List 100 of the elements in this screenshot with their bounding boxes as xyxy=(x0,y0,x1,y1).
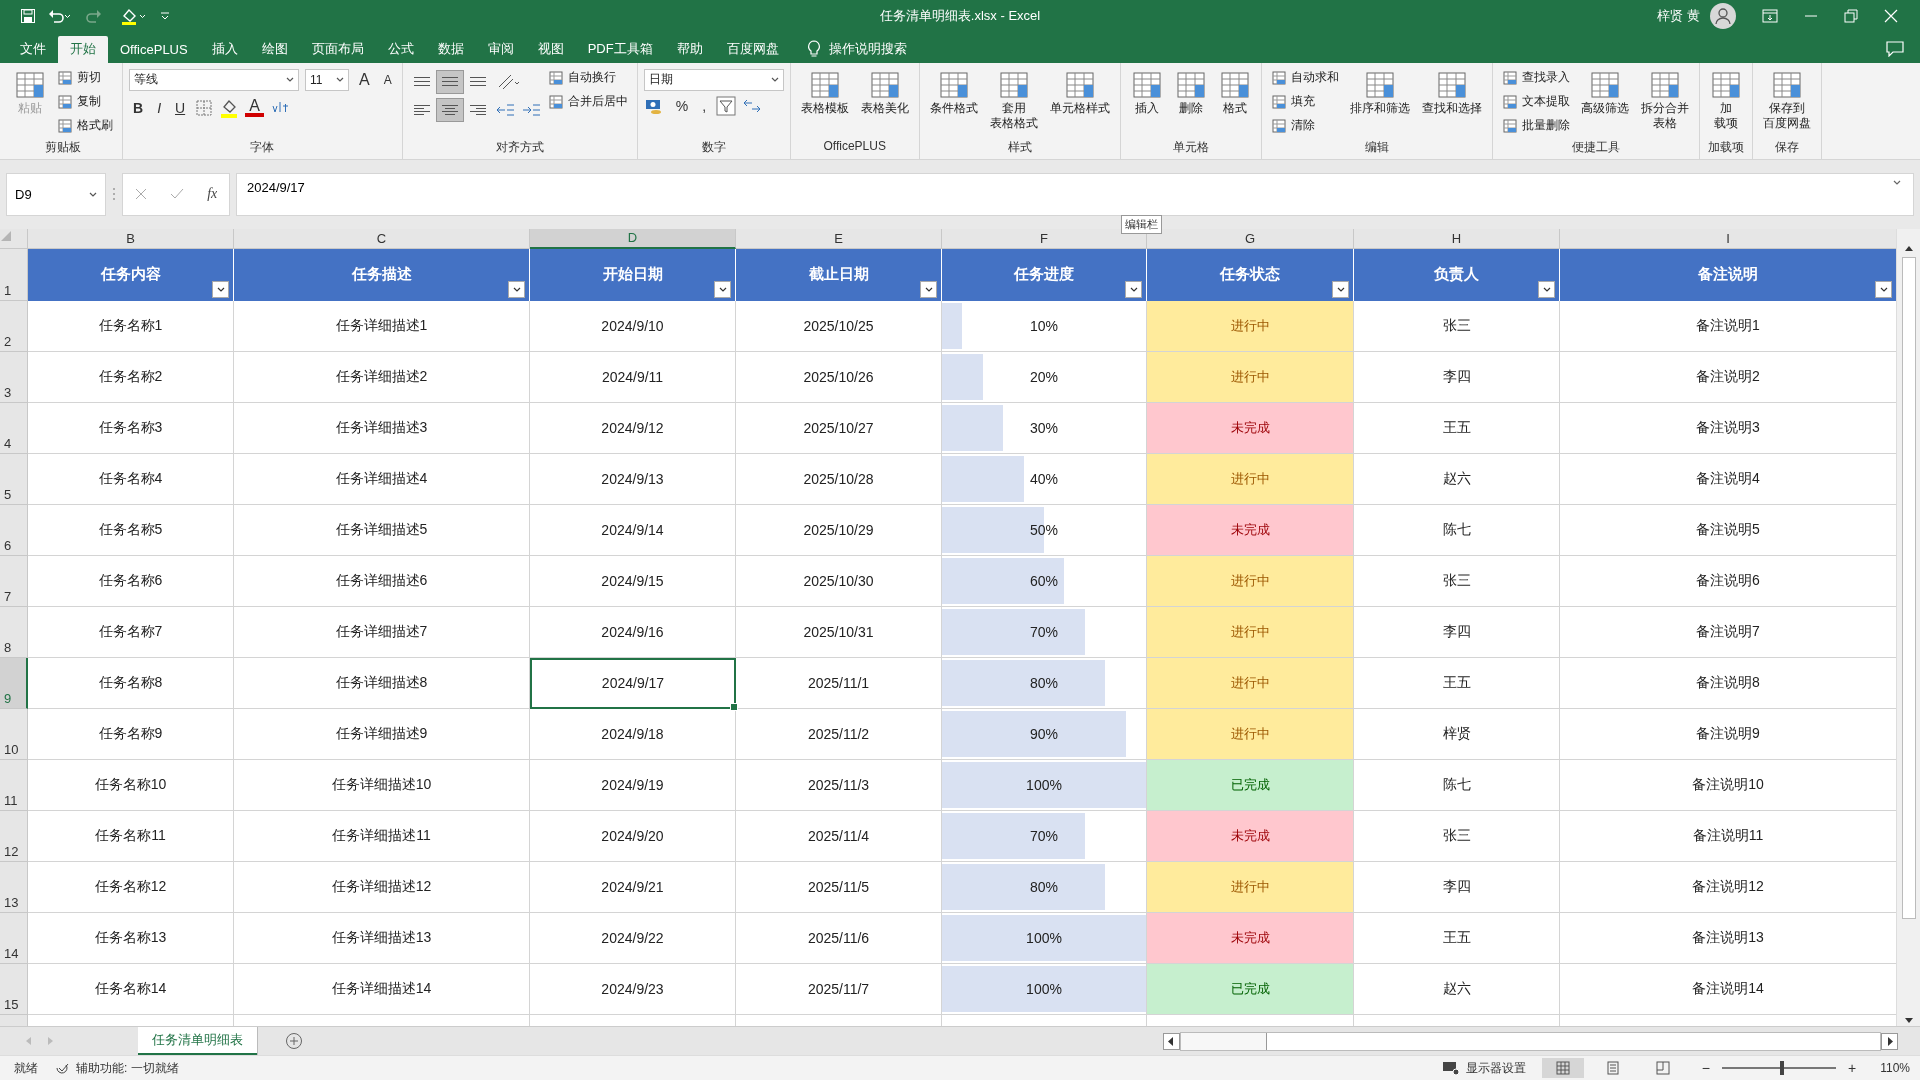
column-header[interactable]: C xyxy=(234,228,530,249)
row-header[interactable]: 5 xyxy=(0,453,28,505)
lightbulb-icon[interactable] xyxy=(806,40,821,59)
row-header[interactable]: 11 xyxy=(0,759,28,811)
row-header[interactable]: 13 xyxy=(0,861,28,913)
formula-field[interactable]: 2024/9/17 xyxy=(236,172,1914,216)
display-settings-button[interactable]: 显示器设置 xyxy=(1465,1059,1526,1077)
borders-icon[interactable] xyxy=(195,98,214,117)
ribbon-tab[interactable]: PDF工具箱 xyxy=(575,35,665,63)
display-icon[interactable] xyxy=(1441,1060,1460,1076)
filter-button[interactable] xyxy=(1332,280,1349,298)
align-button[interactable] xyxy=(436,98,463,121)
paint-bucket-icon[interactable] xyxy=(120,7,148,26)
ribbon-button[interactable]: 批量删除 xyxy=(1498,114,1573,137)
column-header[interactable]: E xyxy=(736,228,942,249)
ribbon-tab[interactable]: OfficePLUS xyxy=(108,35,200,63)
zoom-level[interactable]: 110% xyxy=(1880,1061,1910,1075)
ribbon-button[interactable]: 条件格式 xyxy=(925,66,982,118)
row-header[interactable]: 15 xyxy=(0,963,28,1015)
accessibility-status[interactable]: 辅助功能: 一切就绪 xyxy=(76,1059,179,1077)
ribbon-tab[interactable]: 插入 xyxy=(199,35,250,63)
ribbon-button[interactable]: 删除 xyxy=(1170,66,1211,118)
ribbon-button[interactable]: 复制 xyxy=(54,90,116,113)
filter-button[interactable] xyxy=(1875,280,1892,298)
filter-icon[interactable] xyxy=(716,95,737,116)
fill-handle[interactable] xyxy=(730,702,738,711)
zoom-thumb[interactable] xyxy=(1780,1061,1785,1075)
column-header[interactable]: I xyxy=(1560,228,1896,249)
name-box[interactable]: D9 xyxy=(6,172,106,216)
ribbon-tab[interactable]: 百度网盘 xyxy=(714,35,791,63)
scroll-left-icon[interactable] xyxy=(1163,1032,1180,1050)
ribbon-button[interactable]: 清除 xyxy=(1267,114,1342,137)
shrink-font-button[interactable]: A xyxy=(379,72,396,87)
ribbon-button[interactable]: 格式刷 xyxy=(54,114,116,137)
underline-button[interactable]: U xyxy=(171,99,190,116)
grow-font-button[interactable]: A xyxy=(355,70,374,89)
ribbon-button[interactable]: 格式 xyxy=(1214,66,1255,118)
row-header[interactable]: 10 xyxy=(0,708,28,760)
row-header[interactable]: 9 xyxy=(0,657,28,709)
row-header[interactable]: 6 xyxy=(0,504,28,556)
ribbon-tab[interactable]: 公式 xyxy=(375,35,426,63)
row-header[interactable]: 7 xyxy=(0,555,28,607)
filter-button[interactable] xyxy=(508,280,525,298)
filter-button[interactable] xyxy=(920,280,937,298)
view-button[interactable] xyxy=(1541,1058,1584,1078)
column-header[interactable]: H xyxy=(1354,228,1560,249)
ribbon-tab[interactable]: 页面布局 xyxy=(299,35,376,63)
row-header[interactable]: 14 xyxy=(0,912,28,964)
ribbon-button[interactable]: 剪切 xyxy=(54,66,116,89)
ribbon-tab[interactable]: 帮助 xyxy=(664,35,715,63)
sheet-tab[interactable]: 任务清单明细表 xyxy=(138,1027,257,1055)
font-color-button[interactable]: A xyxy=(245,98,264,117)
horizontal-scrollbar[interactable] xyxy=(1180,1031,1881,1051)
ribbon-button[interactable]: 自动求和 xyxy=(1267,66,1342,89)
ribbon-tab[interactable]: 审阅 xyxy=(475,35,526,63)
zoom-in-button[interactable]: + xyxy=(1846,1060,1859,1076)
ribbon-button[interactable]: 自动换行 xyxy=(544,66,631,89)
row-header[interactable]: 8 xyxy=(0,606,28,658)
ribbon-button[interactable]: 查找和选择 xyxy=(1417,66,1486,118)
comma-style-button[interactable]: , xyxy=(698,97,711,114)
scroll-right-icon[interactable] xyxy=(1881,1032,1898,1050)
filter-button[interactable] xyxy=(1538,280,1555,298)
ribbon-tab[interactable]: 视图 xyxy=(525,35,576,63)
ribbon-button[interactable]: 加 载项 xyxy=(1705,66,1746,133)
add-sheet-icon[interactable] xyxy=(285,1032,303,1051)
align-button[interactable] xyxy=(436,70,463,93)
ribbon-tab[interactable]: 文件 xyxy=(8,35,58,63)
column-header[interactable]: D xyxy=(530,228,736,249)
close-icon[interactable] xyxy=(1884,9,1898,24)
ribbon-tab[interactable]: 数据 xyxy=(425,35,476,63)
row-header[interactable]: 12 xyxy=(0,810,28,862)
ribbon-button[interactable]: 填充 xyxy=(1267,90,1342,113)
column-header[interactable]: B xyxy=(28,228,234,249)
ribbon-button[interactable]: 保存到 百度网盘 xyxy=(1758,66,1815,133)
ribbon-tab[interactable]: 开始 xyxy=(58,35,108,63)
filter-button[interactable] xyxy=(1125,280,1142,298)
font-name-field[interactable]: 等线 xyxy=(129,68,299,91)
ribbon-button[interactable]: 套用 表格格式 xyxy=(985,66,1042,133)
ribbon-button[interactable]: 文本提取 xyxy=(1498,90,1573,113)
ribbon-button[interactable]: 高级筛选 xyxy=(1576,66,1633,118)
row-header[interactable]: 4 xyxy=(0,402,28,454)
ribbon-button[interactable]: 表格模板 xyxy=(796,66,853,118)
row-header[interactable]: 1 xyxy=(0,248,28,301)
ribbon-button[interactable]: 排序和筛选 xyxy=(1345,66,1414,118)
tell-me-search[interactable]: 操作说明搜索 xyxy=(828,40,907,59)
scroll-thumb[interactable] xyxy=(1901,256,1916,919)
bold-button[interactable]: B xyxy=(129,99,148,116)
insert-function-button[interactable]: fx xyxy=(207,186,218,203)
italic-button[interactable]: I xyxy=(153,99,165,116)
ribbon-button[interactable]: 插入 xyxy=(1126,66,1167,118)
ribbon-button[interactable]: 单元格样式 xyxy=(1045,66,1114,118)
ribbon-button[interactable]: 合并后居中 xyxy=(544,90,631,113)
row-header[interactable]: 3 xyxy=(0,351,28,403)
comment-icon[interactable] xyxy=(1886,41,1904,58)
font-size-field[interactable]: 11 xyxy=(305,68,349,91)
filter-button[interactable] xyxy=(714,280,731,298)
filter-button[interactable] xyxy=(212,280,229,298)
number-format-field[interactable]: 日期 xyxy=(643,68,784,91)
zoom-out-button[interactable]: − xyxy=(1699,1060,1712,1076)
expand-icon[interactable] xyxy=(1893,179,1903,186)
